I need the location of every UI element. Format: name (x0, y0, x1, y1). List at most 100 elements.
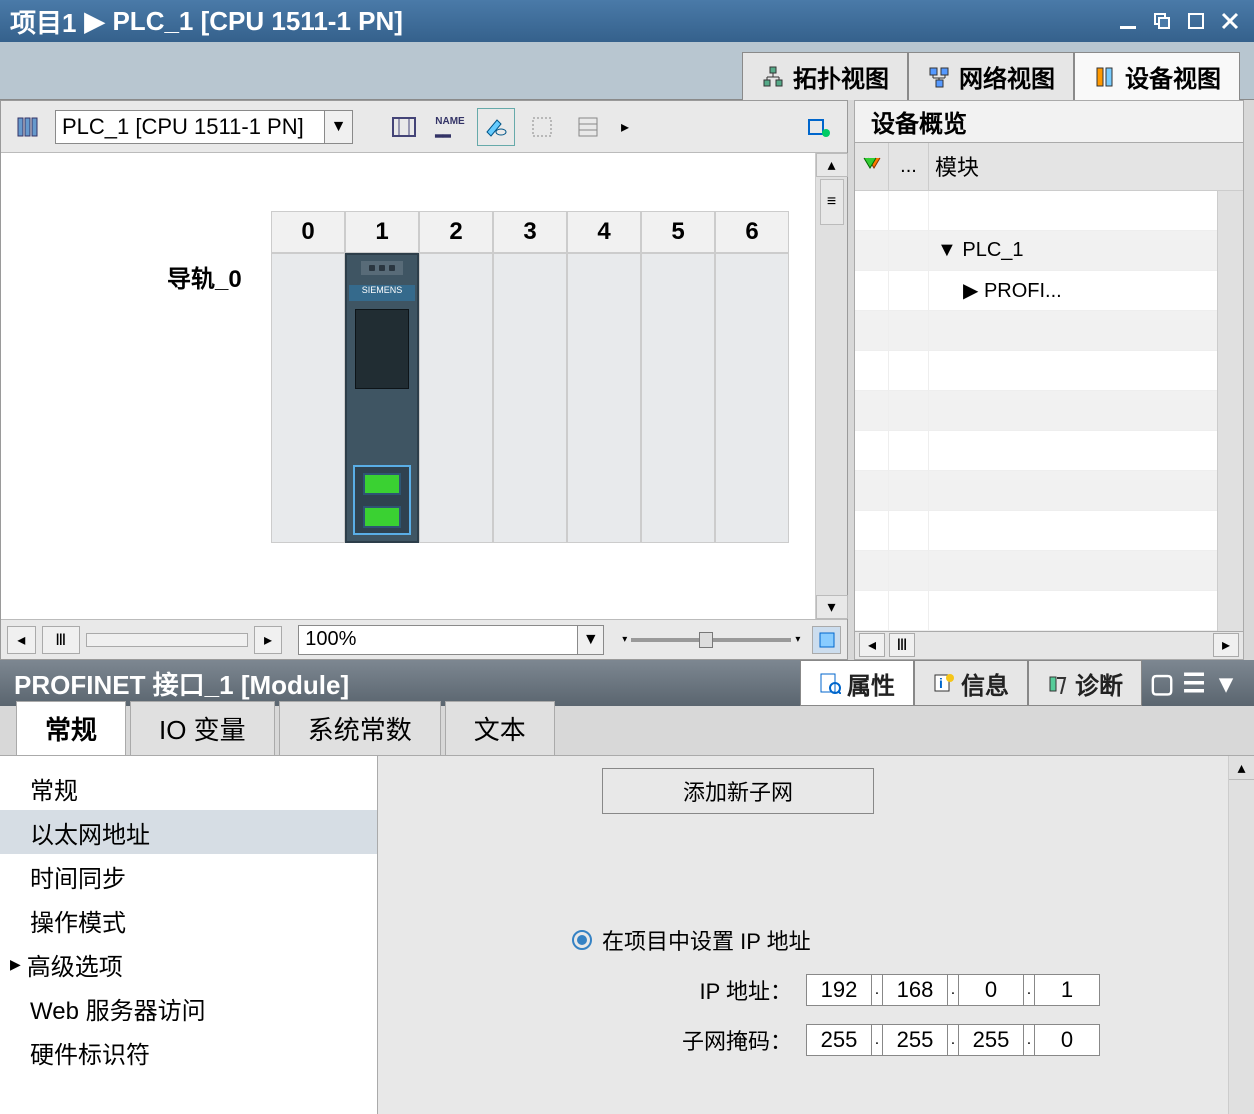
overview-row[interactable] (855, 551, 1243, 591)
ip-octet-input[interactable] (882, 974, 948, 1006)
close-icon[interactable] (1216, 7, 1244, 35)
overview-row[interactable] (855, 311, 1243, 351)
nav-general[interactable]: 常规 (0, 766, 377, 810)
grid-icon[interactable] (523, 108, 561, 146)
slot-2[interactable] (419, 253, 493, 543)
ip-octet-input[interactable] (806, 974, 872, 1006)
scroll-up-icon[interactable]: ▴ (1229, 756, 1254, 780)
breadcrumb-separator: ▶ (84, 6, 104, 37)
zoom-to-fit-icon[interactable] (385, 108, 423, 146)
diag-column-icon[interactable] (855, 143, 889, 190)
overview-row[interactable] (855, 191, 1243, 231)
overview-row[interactable]: ▶ PROFI... (855, 271, 1243, 311)
scroll-handle-icon[interactable]: Ⅲ (42, 626, 80, 654)
mask-octet-input[interactable] (806, 1024, 872, 1056)
nav-hardware-id[interactable]: 硬件标识符 (0, 1030, 377, 1074)
chevron-down-icon[interactable]: ▼ (325, 110, 353, 144)
mask-octet-input[interactable] (958, 1024, 1024, 1056)
zoom-selector[interactable]: ▼ (298, 625, 604, 655)
ip-input-group[interactable]: . . . (806, 974, 1100, 1006)
nav-operation-mode[interactable]: 操作模式 (0, 898, 377, 942)
fit-window-icon[interactable] (812, 626, 841, 654)
rack-icon[interactable] (9, 108, 47, 146)
overview-col-dots[interactable]: ... (889, 143, 929, 190)
add-subnet-button[interactable]: 添加新子网 (602, 768, 874, 814)
nav-ethernet-address[interactable]: 以太网地址 (0, 810, 377, 854)
zoom-input[interactable] (298, 625, 578, 655)
name-icon[interactable]: NAME▂▂ (431, 108, 469, 146)
overview-row[interactable] (855, 351, 1243, 391)
inspector-form-pane: 添加新子网 在项目中设置 IP 地址 IP 地址： . . . 子网掩码： . … (378, 756, 1228, 1114)
ip-octet-input[interactable] (1034, 974, 1100, 1006)
slider-knob-icon[interactable] (699, 632, 713, 648)
mask-octet-input[interactable] (882, 1024, 948, 1056)
slot-0[interactable] (271, 253, 345, 543)
scroll-down-icon[interactable]: ▾ (816, 595, 848, 619)
maximize-icon[interactable] (1182, 7, 1210, 35)
overview-vscrollbar[interactable] (1217, 191, 1243, 631)
overview-row[interactable]: ▼ PLC_1 (855, 231, 1243, 271)
scroll-right-icon[interactable]: ▸ (254, 626, 283, 654)
plc-module[interactable]: SIEMENS (345, 253, 419, 543)
hscroll-track[interactable] (86, 633, 248, 647)
slot-6[interactable] (715, 253, 789, 543)
tab-device[interactable]: 设备视图 (1074, 52, 1240, 100)
overview-row[interactable] (855, 471, 1243, 511)
slot-header: 5 (641, 211, 715, 253)
overview-hscrollbar[interactable]: ◂ Ⅲ ▸ (854, 632, 1244, 660)
device-canvas[interactable]: 0 1 2 3 4 5 6 导轨_0 SIEMENS (1, 153, 815, 619)
port-icon (363, 473, 401, 495)
scroll-left-icon[interactable]: ◂ (859, 633, 885, 657)
scroll-up-icon[interactable]: ▴ (816, 153, 848, 177)
nav-webserver-access[interactable]: Web 服务器访问 (0, 986, 377, 1030)
plc-profinet-ports[interactable] (353, 465, 411, 535)
tab-network[interactable]: 网络视图 (908, 52, 1074, 100)
overview-row[interactable] (855, 431, 1243, 471)
radio-set-ip-in-project[interactable]: 在项目中设置 IP 地址 (572, 924, 1204, 956)
inspector-pod-properties[interactable]: 属性 (800, 660, 914, 706)
tab-iovars[interactable]: IO 变量 (130, 701, 275, 755)
slot-5[interactable] (641, 253, 715, 543)
scroll-left-icon[interactable]: ◂ (7, 626, 36, 654)
nav-time-sync[interactable]: 时间同步 (0, 854, 377, 898)
inspector-body: 常规 以太网地址 时间同步 操作模式 高级选项 Web 服务器访问 硬件标识符 … (0, 756, 1254, 1114)
scroll-handle-icon[interactable]: ≡ (820, 179, 844, 225)
zoom-slider[interactable]: ▾ ▾ (622, 634, 800, 645)
slot-4[interactable] (567, 253, 641, 543)
layout-icon[interactable]: ☰ (1180, 669, 1208, 697)
tab-device-label: 设备视图 (1125, 59, 1221, 94)
tab-sysconst[interactable]: 系统常数 (279, 701, 441, 755)
restore-icon[interactable] (1148, 7, 1176, 35)
minimize-icon[interactable] (1114, 7, 1142, 35)
chevron-down-icon[interactable]: ▼ (578, 625, 604, 655)
overview-header-row: ... 模块 (855, 143, 1243, 191)
inspector-pod-diagnostics[interactable]: 诊断 (1028, 660, 1142, 706)
highlight-icon[interactable] (477, 108, 515, 146)
scroll-right-icon[interactable]: ▸ (1213, 633, 1239, 657)
nav-advanced-options[interactable]: 高级选项 (0, 942, 377, 986)
slider-track[interactable] (631, 638, 791, 642)
chevron-down-icon[interactable]: ▾ (1212, 669, 1240, 697)
mask-input-group[interactable]: . . . (806, 1024, 1100, 1056)
tab-text[interactable]: 文本 (445, 701, 555, 755)
overview-row[interactable] (855, 591, 1243, 631)
inspector-pod-info[interactable]: i 信息 (914, 660, 1028, 706)
canvas-vscrollbar[interactable]: ▴ ≡ ▾ (815, 153, 847, 619)
catalog-icon[interactable] (801, 108, 839, 146)
overview-col-module[interactable]: 模块 (929, 143, 1243, 190)
more-icon[interactable]: ▸ (615, 108, 635, 146)
list-icon[interactable] (569, 108, 607, 146)
scroll-handle-icon[interactable]: Ⅲ (889, 633, 915, 657)
form-vscrollbar[interactable]: ▴ (1228, 756, 1254, 1114)
overview-row[interactable] (855, 391, 1243, 431)
slot-3[interactable] (493, 253, 567, 543)
tab-general[interactable]: 常规 (16, 701, 126, 755)
overview-row[interactable] (855, 511, 1243, 551)
overview-grid: ... 模块 ▼ PLC_1 ▶ PROFI... (854, 143, 1244, 632)
mask-octet-input[interactable] (1034, 1024, 1100, 1056)
device-selector-input[interactable] (55, 110, 325, 144)
tab-topology[interactable]: 拓扑视图 (742, 52, 908, 100)
ip-octet-input[interactable] (958, 974, 1024, 1006)
collapse-pane-icon[interactable]: ▢ (1148, 669, 1176, 697)
device-selector[interactable]: ▼ (55, 110, 353, 144)
